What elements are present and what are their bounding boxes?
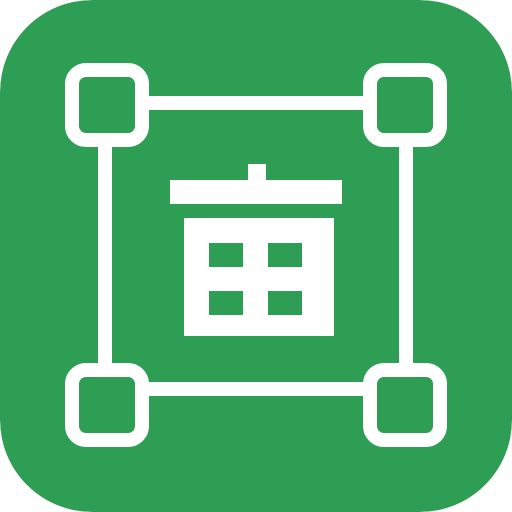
corner-handle-top-right (363, 63, 447, 147)
glyph-top-bar (170, 180, 342, 204)
glyph-field-outline (184, 218, 334, 336)
glyph-cell-top-left (209, 243, 243, 267)
frame-edge-top (140, 96, 372, 110)
glyph-cell-top-right (268, 243, 302, 267)
land-measure-icon: 亩 (0, 0, 512, 512)
frame-edge-bottom (140, 382, 372, 396)
glyph-cell-bottom-left (209, 291, 243, 315)
frame-edge-right (399, 140, 413, 372)
mu-character-glyph (170, 164, 342, 336)
glyph-cell-bottom-right (268, 291, 302, 315)
corner-handle-top-left (65, 63, 149, 147)
corner-handle-bottom-left (65, 363, 149, 447)
corner-handle-bottom-right (363, 363, 447, 447)
frame-edge-left (98, 140, 112, 372)
app-icon[interactable]: 亩 (0, 0, 512, 512)
